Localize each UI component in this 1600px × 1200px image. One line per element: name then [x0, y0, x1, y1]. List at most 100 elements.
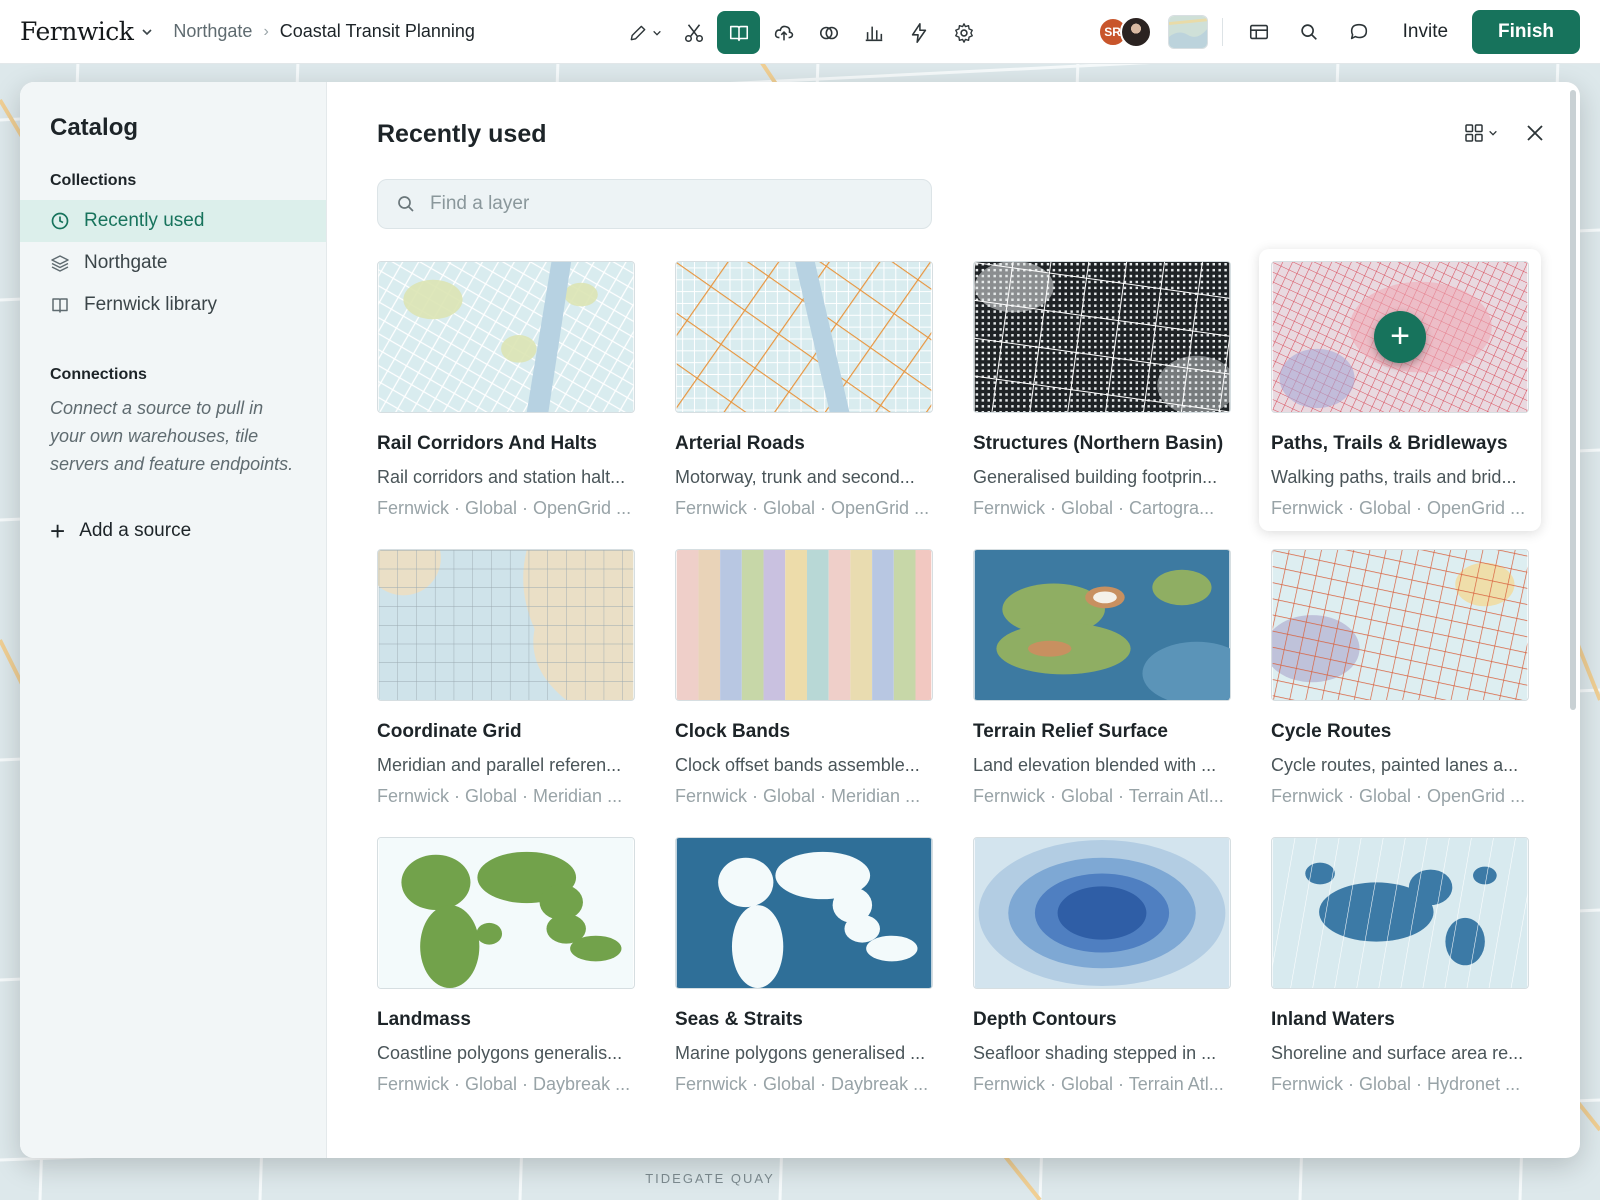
landmass-map-preview-icon [378, 838, 634, 988]
layer-search [377, 179, 932, 229]
layer-card-paths-trails[interactable]: + Paths, Trails & Bridleways Walking pat… [1259, 249, 1541, 531]
layer-card-arterial-roads[interactable]: Arterial Roads Motorway, trunk and secon… [675, 261, 933, 519]
overlap-tool-button[interactable] [807, 11, 850, 54]
collections-heading: Collections [50, 172, 137, 189]
layer-card-landmass[interactable]: Landmass Coastline polygons generalis...… [377, 837, 635, 1095]
layer-meta: Fernwick · Global · OpenGrid ... [1271, 786, 1526, 806]
layer-meta: Fernwick · Global · Meridian ... [675, 786, 921, 806]
layer-title: Inland Waters [1271, 1009, 1395, 1030]
layer-meta: Fernwick · Global · OpenGrid ... [1271, 498, 1526, 518]
catalog-sidebar: Catalog Collections Recently used Northg… [20, 82, 327, 1158]
layer-meta: Fernwick · Global · Daybreak ... [377, 1074, 631, 1094]
layer-meta: Fernwick · Global · OpenGrid ... [377, 498, 632, 518]
layer-title: Depth Contours [973, 1009, 1117, 1030]
layer-card-terrain-relief[interactable]: Terrain Relief Surface Land elevation bl… [973, 549, 1231, 807]
layer-card-inland-waters[interactable]: Inland Waters Shoreline and surface area… [1271, 837, 1529, 1095]
layer-meta: Fernwick · Global · Daybreak ... [675, 1074, 929, 1094]
plus-icon: + [50, 516, 66, 546]
comments-button[interactable] [1337, 10, 1381, 54]
cut-tool-button[interactable] [672, 11, 715, 54]
layer-thumbnail [377, 261, 635, 413]
basemap-thumbnail[interactable] [1167, 15, 1208, 49]
add-source-button[interactable]: + Add a source [20, 518, 326, 544]
invite-button[interactable]: Invite [1387, 10, 1464, 54]
add-layer-button[interactable]: + [1374, 311, 1426, 363]
search-icon [1300, 24, 1317, 40]
table-view-button[interactable] [1237, 10, 1281, 54]
scissors-icon [684, 23, 703, 42]
layer-card-rail-corridors[interactable]: Rail Corridors And Halts Rail corridors … [377, 261, 635, 519]
layer-title: Paths, Trails & Bridleways [1271, 433, 1508, 454]
seas-map-preview-icon [676, 838, 932, 988]
layer-card-clock-bands[interactable]: Clock Bands Clock offset bands assemble.… [675, 549, 933, 807]
connections-description: Connect a source to pull in your own war… [50, 398, 294, 474]
layer-thumbnail [377, 837, 635, 989]
sidebar-item-northgate[interactable]: Northgate [20, 242, 326, 284]
roads-map-preview-icon [676, 262, 932, 412]
catalog-tool-button[interactable] [717, 11, 760, 54]
layer-description: Motorway, trunk and second... [675, 467, 915, 487]
gear-icon [954, 22, 973, 43]
layer-description: Shoreline and surface area re... [1271, 1043, 1524, 1063]
automation-tool-button[interactable] [897, 11, 940, 54]
breadcrumb-separator-icon: › [263, 22, 269, 40]
search-button[interactable] [1287, 10, 1331, 54]
overlap-icon [819, 26, 838, 39]
breadcrumb-parent[interactable]: Northgate [173, 21, 252, 42]
layer-meta: Fernwick · Global · Cartogra... [973, 498, 1215, 518]
sidebar-item-fernwick-library[interactable]: Fernwick library [20, 284, 326, 326]
breadcrumb: Northgate › Coastal Transit Planning [173, 21, 475, 42]
catalog-title: Catalog [50, 114, 139, 141]
brand-name: Fernwick [20, 17, 134, 46]
bands-map-preview-icon [676, 550, 932, 700]
breadcrumb-current: Coastal Transit Planning [279, 21, 475, 41]
catalog-main: Recently used Find a layer Rail Corridor… [327, 82, 1580, 1158]
search-input[interactable] [430, 193, 910, 215]
close-icon[interactable] [1524, 122, 1546, 144]
scrollbar[interactable] [1570, 90, 1576, 710]
layer-card-seas-straits[interactable]: Seas & Straits Marine polygons generalis… [675, 837, 933, 1095]
layer-grid: Rail Corridors And Halts Rail corridors … [377, 249, 1580, 1095]
layer-thumbnail [1271, 549, 1529, 701]
layer-meta: Fernwick · Global · Terrain Atl... [973, 1074, 1224, 1094]
layer-thumbnail [675, 549, 933, 701]
upload-tool-button[interactable] [762, 11, 805, 54]
layer-card-cycle-routes[interactable]: Cycle Routes Cycle routes, painted lanes… [1271, 549, 1529, 807]
sidebar-item-label: Fernwick library [84, 294, 218, 315]
layer-card-depth-contours[interactable]: Depth Contours Seafloor shading stepped … [973, 837, 1231, 1095]
draw-tool-button[interactable] [620, 11, 670, 54]
comment-icon [1350, 23, 1367, 40]
view-mode-toggle[interactable] [1464, 123, 1498, 143]
layer-title: Seas & Straits [675, 1009, 803, 1030]
layer-meta: Fernwick · Global · Hydronet ... [1271, 1074, 1521, 1094]
section-title: Recently used [377, 120, 547, 148]
search-icon [398, 196, 414, 212]
layer-title: Landmass [377, 1009, 471, 1030]
add-source-label: Add a source [79, 520, 192, 541]
chevron-down-icon [142, 28, 152, 35]
sidebar-item-label: Recently used [84, 210, 205, 231]
layer-description: Walking paths, trails and brid... [1271, 467, 1517, 487]
clock-icon [51, 212, 69, 230]
layer-title: Coordinate Grid [377, 721, 522, 742]
depth-map-preview-icon [974, 838, 1230, 988]
chart-tool-button[interactable] [852, 11, 895, 54]
layer-title: Rail Corridors And Halts [377, 433, 597, 454]
cycle-map-preview-icon [1272, 550, 1528, 700]
collaborator-avatars[interactable]: SR [1097, 16, 1152, 48]
settings-tool-button[interactable] [942, 11, 985, 54]
workspace-switcher[interactable]: Fernwick [20, 17, 153, 46]
top-bar: Fernwick Northgate › Coastal Transit Pla… [0, 0, 1600, 64]
layer-meta: Fernwick · Global · Terrain Atl... [973, 786, 1224, 806]
grid-map-preview-icon [378, 550, 634, 700]
layer-thumbnail [675, 261, 933, 413]
layer-title: Clock Bands [675, 721, 791, 742]
buildings-map-preview-icon [974, 262, 1230, 412]
sidebar-item-recently-used[interactable]: Recently used [20, 200, 326, 242]
rail-map-preview-icon [378, 262, 634, 412]
finish-button[interactable]: Finish [1472, 10, 1580, 54]
map-place-label: TIDEGATE QUAY [645, 1171, 775, 1186]
layer-card-coordinate-grid[interactable]: Coordinate Grid Meridian and parallel re… [377, 549, 635, 807]
layer-card-structures[interactable]: Structures (Northern Basin) Generalised … [973, 261, 1231, 519]
avatar [1119, 16, 1152, 48]
